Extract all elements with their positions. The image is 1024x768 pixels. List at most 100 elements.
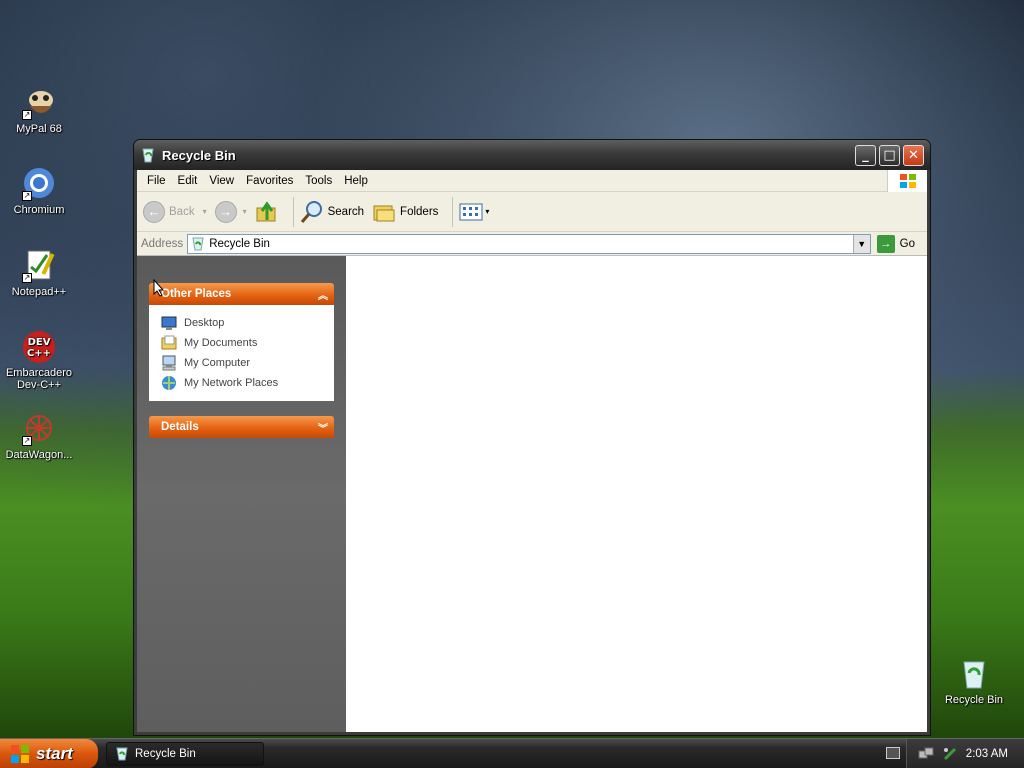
minimize-icon: _ bbox=[862, 147, 869, 163]
menu-view[interactable]: View bbox=[205, 173, 242, 189]
explorer-body: Other Places ︽ Desktop My Documents My C… bbox=[137, 256, 927, 732]
place-label: My Network Places bbox=[184, 377, 279, 389]
toolbar: ← Back ▾ → ▾ Search Folders ▾ bbox=[137, 192, 927, 232]
menu-bar: File Edit View Favorites Tools Help bbox=[137, 170, 927, 192]
go-arrow-icon: → bbox=[876, 234, 895, 253]
start-label: start bbox=[36, 743, 73, 763]
back-button[interactable]: ← Back ▾ bbox=[143, 200, 207, 223]
place-desktop[interactable]: Desktop bbox=[161, 313, 324, 333]
menu-file[interactable]: File bbox=[143, 173, 174, 189]
desktop-icon-label: DataWagon... bbox=[5, 449, 73, 461]
desktop-icon-devcpp[interactable]: DEV C++ Embarcadero Dev-C++ bbox=[0, 330, 78, 391]
chevron-down-icon: ▼ bbox=[857, 238, 867, 249]
search-icon bbox=[300, 200, 322, 223]
start-button[interactable]: start bbox=[0, 738, 98, 768]
details-panel: Details ︾ bbox=[149, 416, 334, 438]
up-button[interactable] bbox=[255, 200, 279, 224]
desktop-icon-chromium[interactable]: ↗ Chromium bbox=[0, 167, 78, 216]
desktop-icon-datawagon[interactable]: ↗ DataWagon... bbox=[0, 412, 78, 461]
my-documents-icon bbox=[161, 335, 177, 350]
back-arrow-icon: ← bbox=[143, 200, 165, 223]
devcpp-icon: DEV C++ bbox=[22, 330, 56, 364]
desktop-icon bbox=[161, 316, 177, 330]
recycle-bin-icon bbox=[142, 148, 154, 163]
back-dropdown-icon[interactable]: ▾ bbox=[203, 207, 207, 216]
forward-arrow-icon: → bbox=[214, 200, 237, 223]
explorer-window: Recycle Bin _ □ ✕ File Edit View Favorit… bbox=[133, 139, 931, 736]
menu-tools[interactable]: Tools bbox=[301, 173, 340, 189]
keyboard-icon[interactable] bbox=[886, 747, 900, 759]
task-pane: Other Places ︽ Desktop My Documents My C… bbox=[137, 256, 346, 732]
toolbar-separator bbox=[452, 196, 454, 227]
network-places-icon bbox=[162, 376, 176, 390]
details-header[interactable]: Details ︾ bbox=[149, 416, 334, 438]
file-list-area[interactable] bbox=[346, 256, 927, 732]
desktop-icon-notepadpp[interactable]: ↗ Notepad++ bbox=[0, 249, 78, 298]
forward-button[interactable]: → ▾ bbox=[214, 200, 247, 223]
place-label: Desktop bbox=[184, 317, 225, 329]
place-my-documents[interactable]: My Documents bbox=[161, 333, 324, 353]
place-label: My Computer bbox=[184, 357, 251, 369]
menu-edit[interactable]: Edit bbox=[174, 173, 206, 189]
desktop-icon-mypal[interactable]: ↗ MyPal 68 bbox=[0, 86, 78, 135]
datawagon-icon: ↗ bbox=[22, 412, 56, 446]
desktop-icon-recycle-bin[interactable]: Recycle Bin bbox=[935, 657, 1013, 706]
taskbar-item-recycle-bin[interactable]: Recycle Bin bbox=[106, 741, 264, 766]
shortcut-arrow-icon: ↗ bbox=[22, 436, 32, 446]
folders-icon bbox=[373, 205, 395, 221]
close-button[interactable]: ✕ bbox=[903, 144, 924, 166]
views-icon bbox=[459, 203, 483, 220]
views-dropdown-icon: ▾ bbox=[485, 207, 490, 216]
other-places-title: Other Places bbox=[161, 288, 232, 300]
taskbar: start Recycle Bin 2:03 AM bbox=[0, 738, 1024, 768]
address-input[interactable]: Recycle Bin ▼ bbox=[187, 233, 871, 254]
safely-remove-icon[interactable] bbox=[942, 746, 958, 762]
go-label: Go bbox=[899, 237, 915, 250]
mypal-icon: ↗ bbox=[22, 86, 56, 120]
system-tray: 2:03 AM bbox=[906, 739, 1024, 768]
collapse-chevron-icon[interactable]: ︽ bbox=[318, 287, 328, 302]
close-icon: ✕ bbox=[908, 147, 919, 163]
other-places-header[interactable]: Other Places ︽ bbox=[149, 283, 334, 305]
address-bar: Address Recycle Bin ▼ → Go bbox=[137, 232, 927, 256]
menu-help[interactable]: Help bbox=[340, 173, 376, 189]
toolbar-separator bbox=[292, 196, 294, 227]
shortcut-arrow-icon: ↗ bbox=[22, 273, 32, 283]
forward-dropdown-icon[interactable]: ▾ bbox=[243, 207, 247, 216]
svg-text:DEV: DEV bbox=[28, 337, 51, 348]
my-computer-icon bbox=[162, 355, 176, 371]
address-label: Address bbox=[141, 237, 184, 250]
chromium-icon: ↗ bbox=[22, 167, 56, 201]
address-dropdown-button[interactable]: ▼ bbox=[852, 234, 870, 253]
address-value: Recycle Bin bbox=[209, 237, 270, 250]
search-label: Search bbox=[327, 205, 365, 218]
search-button[interactable]: Search bbox=[300, 200, 364, 224]
back-label: Back bbox=[169, 205, 195, 218]
place-my-computer[interactable]: My Computer bbox=[161, 353, 324, 373]
up-folder-icon bbox=[256, 200, 276, 221]
views-button[interactable]: ▾ bbox=[459, 202, 489, 222]
notepadpp-icon: ↗ bbox=[22, 249, 56, 283]
menu-favorites[interactable]: Favorites bbox=[242, 173, 301, 189]
desktop-icon-label: Embarcadero Dev-C++ bbox=[5, 367, 73, 391]
expand-chevron-icon[interactable]: ︾ bbox=[318, 420, 328, 435]
windows-logo-icon bbox=[887, 170, 927, 192]
other-places-panel: Other Places ︽ Desktop My Documents My C… bbox=[149, 283, 334, 401]
desktop-icon-label: MyPal 68 bbox=[16, 123, 62, 135]
network-status-icon[interactable] bbox=[918, 746, 934, 762]
maximize-button[interactable]: □ bbox=[879, 144, 900, 166]
place-my-network-places[interactable]: My Network Places bbox=[161, 373, 324, 393]
recycle-bin-icon bbox=[116, 747, 128, 760]
taskbar-item-label: Recycle Bin bbox=[135, 747, 196, 760]
details-title: Details bbox=[161, 421, 199, 433]
minimize-button[interactable]: _ bbox=[855, 144, 876, 166]
folders-button[interactable]: Folders bbox=[372, 201, 438, 223]
folders-label: Folders bbox=[400, 205, 439, 218]
window-title: Recycle Bin bbox=[162, 147, 236, 163]
other-places-list: Desktop My Documents My Computer My Netw… bbox=[149, 305, 334, 401]
go-button[interactable]: → Go bbox=[876, 234, 915, 253]
window-client: File Edit View Favorites Tools Help ← Ba… bbox=[137, 170, 927, 732]
svg-text:C++: C++ bbox=[27, 348, 51, 359]
title-bar[interactable]: Recycle Bin _ □ ✕ bbox=[134, 140, 930, 170]
windows-flag-icon bbox=[11, 744, 29, 763]
